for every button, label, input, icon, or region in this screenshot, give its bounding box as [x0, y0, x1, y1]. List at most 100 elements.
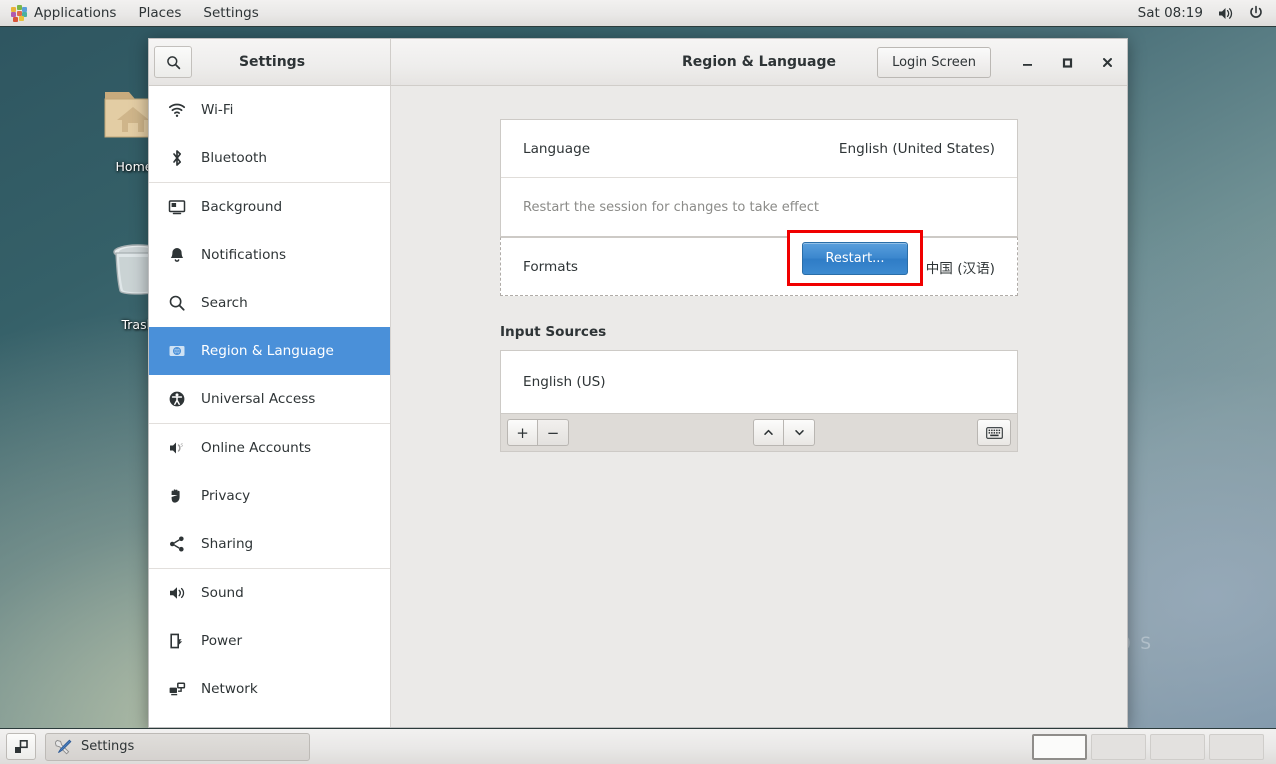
titlebar-right-section: Region & Language Login Screen [391, 39, 1127, 85]
sidebar-item-background[interactable]: Background [149, 183, 390, 231]
wifi-icon [168, 101, 186, 119]
sidebar-item-label: Region & Language [201, 343, 334, 359]
sidebar-item-bluetooth[interactable]: Bluetooth [149, 134, 390, 182]
sidebar-item-privacy[interactable]: Privacy [149, 472, 390, 520]
sidebar-item-sharing[interactable]: Sharing [149, 520, 390, 568]
battery-icon [168, 632, 186, 650]
sidebar-item-label: Wi-Fi [201, 102, 234, 118]
search-icon [168, 294, 186, 312]
svg-text:s: s [181, 443, 184, 449]
input-sources-heading: Input Sources [500, 324, 607, 340]
region-language-icon [168, 342, 186, 360]
sidebar-item-label: Sound [201, 585, 244, 601]
power-icon[interactable] [1248, 5, 1264, 21]
network-icon [168, 680, 186, 698]
sidebar-item-online-accounts[interactable]: s Online Accounts [149, 424, 390, 472]
reorder-group [753, 419, 815, 446]
sidebar-item-label: Background [201, 199, 283, 215]
places-menu[interactable]: Places [127, 0, 192, 27]
minimize-icon [1022, 63, 1032, 66]
chevron-down-icon [794, 430, 804, 436]
formats-card: Formats 中国 (汉语) [500, 237, 1018, 296]
search-button[interactable] [154, 46, 192, 78]
top-panel: Applications Places Settings Sat 08:19 [0, 0, 1276, 27]
show-keyboard-layout-button[interactable] [977, 419, 1011, 446]
keyboard-icon [985, 426, 1003, 439]
sidebar-item-power[interactable]: Power [149, 617, 390, 665]
tools-icon [55, 739, 72, 755]
desktop-icon-home-label: Home [115, 159, 153, 174]
sidebar-item-universal-access[interactable]: Universal Access [149, 375, 390, 423]
sidebar-item-label: Notifications [201, 247, 287, 263]
sidebar-item-notifications[interactable]: Notifications [149, 231, 390, 279]
bell-icon [168, 246, 186, 264]
settings-menu-label: Settings [203, 5, 259, 21]
show-desktop-button[interactable] [6, 733, 36, 760]
workspace-3[interactable] [1150, 733, 1205, 760]
online-accounts-icon: s [168, 439, 186, 457]
formats-row[interactable]: Formats 中国 (汉语) [501, 238, 1017, 295]
app-title: Settings [238, 54, 306, 70]
sidebar-item-network[interactable]: Network [149, 665, 390, 713]
language-card: Language English (United States) Restart… [500, 119, 1018, 237]
language-label: Language [523, 140, 591, 157]
accessibility-icon [168, 390, 186, 408]
maximize-button[interactable] [1047, 39, 1087, 86]
sidebar-item-region-language[interactable]: Region & Language [149, 327, 390, 375]
window-body: Wi-Fi Bluetooth Background Notifications… [149, 86, 1127, 727]
remove-input-source-button[interactable]: − [538, 419, 569, 446]
workspace-4[interactable] [1209, 733, 1264, 760]
search-icon [166, 55, 180, 69]
share-icon [168, 535, 186, 553]
sidebar-item-wifi[interactable]: Wi-Fi [149, 86, 390, 134]
language-value: English (United States) [838, 140, 995, 157]
taskbar-window-label: Settings [81, 739, 135, 754]
bluetooth-icon [168, 149, 186, 167]
clock[interactable]: Sat 08:19 [1138, 5, 1203, 21]
add-input-source-button[interactable]: + [507, 419, 538, 446]
workspace-1[interactable] [1032, 733, 1087, 760]
chevron-up-icon [764, 429, 773, 435]
sidebar-item-label: Power [201, 633, 243, 649]
sidebar-item-label: Privacy [201, 488, 251, 504]
volume-icon[interactable] [1217, 6, 1234, 21]
background-icon [168, 198, 186, 216]
input-sources-list: English (US) [501, 351, 1017, 413]
show-desktop-icon [15, 739, 28, 753]
move-up-button[interactable] [753, 419, 784, 446]
sidebar-item-label: Universal Access [201, 391, 316, 407]
login-screen-button[interactable]: Login Screen [877, 46, 991, 78]
input-sources-toolbar: + − [501, 413, 1017, 451]
list-item[interactable]: English (US) [523, 374, 606, 390]
formats-value: 中国 (汉语) [925, 260, 995, 277]
sidebar-item-label: Bluetooth [201, 150, 267, 166]
workspace-2[interactable] [1091, 733, 1146, 760]
applications-menu[interactable]: Applications [0, 0, 127, 27]
sidebar-item-search[interactable]: Search [149, 279, 390, 327]
taskbar-window-button[interactable]: Settings [45, 732, 310, 761]
move-down-button[interactable] [784, 419, 815, 446]
formats-label: Formats [523, 258, 578, 275]
settings-menu[interactable]: Settings [192, 0, 269, 27]
restart-note-row: Restart the session for changes to take … [501, 178, 1017, 236]
settings-window: Settings Region & Language Login Screen [148, 38, 1128, 728]
maximize-icon [1062, 57, 1072, 68]
add-remove-group: + − [507, 419, 569, 446]
close-icon [1102, 57, 1112, 67]
sidebar-item-label: Network [201, 681, 258, 697]
applications-menu-label: Applications [34, 5, 117, 21]
input-sources-panel: English (US) + − [500, 350, 1018, 452]
restart-button[interactable]: Restart... [802, 241, 908, 275]
hand-icon [168, 487, 186, 505]
sidebar-item-label: Sharing [201, 536, 254, 552]
titlebar-left-section: Settings [149, 39, 391, 85]
minimize-button[interactable] [1007, 39, 1047, 86]
applications-grid-icon [11, 5, 27, 22]
speaker-icon [168, 584, 186, 602]
close-button[interactable] [1087, 39, 1127, 86]
window-controls [1007, 39, 1127, 86]
sidebar-item-sound[interactable]: Sound [149, 569, 390, 617]
window-titlebar: Settings Region & Language Login Screen [149, 39, 1127, 86]
sidebar-item-label: Search [201, 295, 248, 311]
language-row[interactable]: Language English (United States) [501, 120, 1017, 177]
